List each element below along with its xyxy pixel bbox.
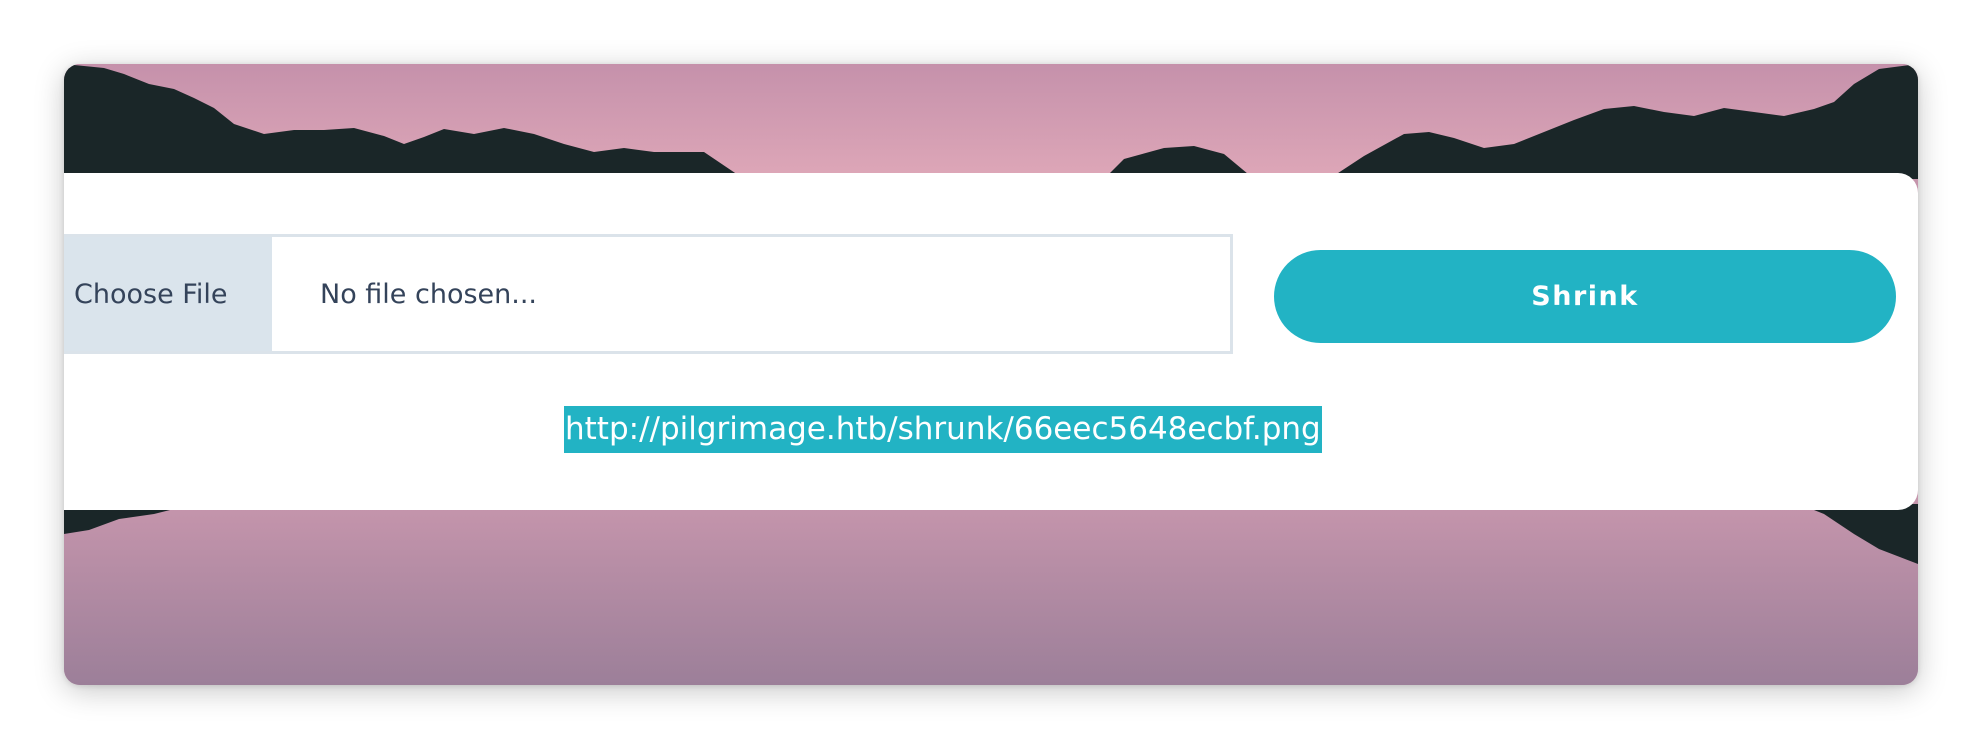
- shrink-button[interactable]: Shrink: [1274, 250, 1896, 343]
- lake: [64, 504, 1918, 685]
- file-status-text: No file chosen...: [320, 278, 538, 310]
- shrunk-image-link[interactable]: http://pilgrimage.htb/shrunk/66eec5648ec…: [564, 406, 1322, 453]
- choose-file-button[interactable]: Choose File: [64, 237, 272, 351]
- upload-card: Choose File No file chosen... Shrink htt…: [64, 64, 1918, 685]
- page-background: Choose File No file chosen... Shrink htt…: [0, 0, 1982, 750]
- upload-panel: Choose File No file chosen... Shrink htt…: [64, 173, 1918, 510]
- file-input[interactable]: Choose File No file chosen...: [64, 234, 1233, 354]
